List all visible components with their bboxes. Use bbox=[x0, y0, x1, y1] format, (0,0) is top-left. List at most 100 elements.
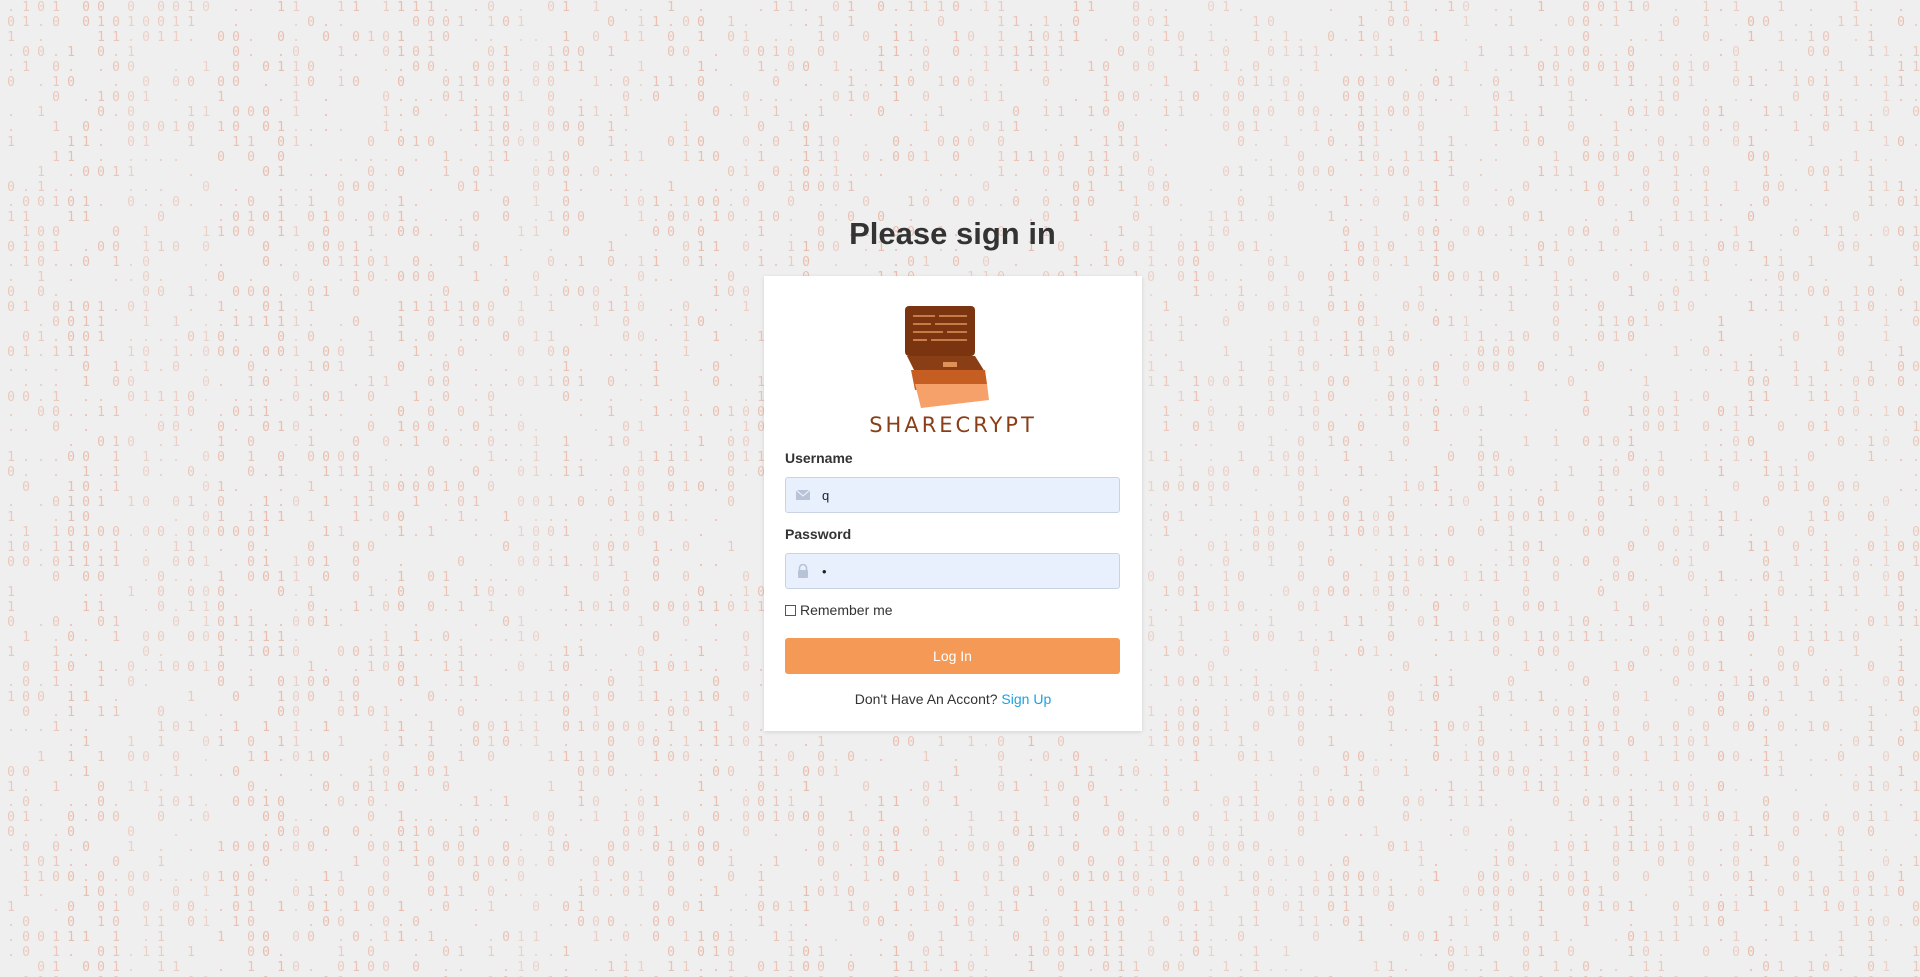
binary-column: 0 0 0 0 0 . 0 0 1 . 0 . . . . . . . 1 0 … bbox=[1582, 0, 1590, 977]
binary-column: . 0 . 0 0 0 . . 0 1 1 0 1 0 . 0 1 1 1 1 … bbox=[1672, 0, 1680, 977]
binary-column: 0 1 1 0 . 1 0 . . . 0 . 0 1 1 1 . 1 0 . … bbox=[97, 0, 105, 977]
username-input[interactable] bbox=[822, 478, 1112, 512]
binary-column: 1 0 . . 0 . . 0 0 0 . . . 1 . 0 0 0 0 0 … bbox=[727, 15, 735, 977]
binary-column: . 0 . . . . 1 0 0 0 1 0 0 0 . 0 1 1 1 1 … bbox=[322, 15, 330, 977]
binary-column: . 1 0 1 1 1 . . 1 1 1 0 0 0 . . . . 1 . … bbox=[1552, 15, 1560, 975]
remember-me-label: Remember me bbox=[800, 602, 893, 618]
binary-column: . 1 . 1 1 0 0 1 . 1 . . . 0 . 0 0 1 0 0 … bbox=[1657, 15, 1665, 977]
binary-column: 1 . 0 0 1 . 0 . 0 . 1 . . 1 0 0 . 1 . 1 … bbox=[1627, 0, 1635, 977]
binary-column: 0 . . 0 . . 0 0 0 1 0 1 0 0 1 . 1 1 0 0 … bbox=[1597, 0, 1605, 977]
binary-column: 0 0 1 0 . . . 0 1 . 0 . . 1 . 0 . . . 0 … bbox=[157, 0, 165, 975]
binary-column: 0 0 1 1 0 . . 1 . 0 1 . 0 0 . . 0 1 0 1 … bbox=[217, 30, 225, 975]
binary-column: . 1 1 1 . 1 . . . 0 0 . 1 . . 1 1 1 1 0 … bbox=[1162, 0, 1170, 975]
binary-column: . 1 1 . . 0 . . 1 1 0 1 1 0 0 . . 1 0 . … bbox=[1912, 15, 1920, 977]
login-card: SHARECRYPT Username Password Remember me… bbox=[764, 276, 1142, 731]
binary-column: 1 0 . 0 0 1 0 1 0 . 1 0 . 0 . 0 0 1 0 0 … bbox=[1402, 0, 1410, 975]
binary-column: 0 1 1 0 0 1 0 0 1 0 0 1 . 0 0 . . . . . … bbox=[502, 15, 510, 977]
binary-column: 1 . 0 1 0 . 0 0 1 1 0 . . 1 1 1 0 1 0 1 … bbox=[1732, 0, 1740, 977]
binary-column: 1 1 1 0 1 . 1 . 0 . . 1 1 . . 1 . 0 . 0 … bbox=[1882, 45, 1890, 977]
binary-column: . . . 1 0 1 . . . 0 0 . . 0 1 1 . . 1 1 … bbox=[1792, 15, 1800, 977]
binary-column: . . 0 1 . 1 1 . 0 1 0 . 0 1 0 0 . . . . … bbox=[472, 0, 480, 930]
binary-column: . 0 1 1 . 1 1 1 0 1 . 0 1 1 0 0 . 1 0 1 … bbox=[1372, 0, 1380, 975]
binary-column: 0 1 1 0 1 0 . . . . 1 0 . 0 . 0 . 0 . 0 … bbox=[202, 0, 210, 977]
binary-column: 1 0 0 . 0 1 1 . . . . 0 . 1 . 1 0 . . 0 … bbox=[382, 0, 390, 975]
binary-column: 1 0 1 1 0 0 0 1 . . . . . 0 1 0 0 . . . … bbox=[592, 0, 600, 975]
binary-column: . 0 1 . . 0 . . 1 0 . 1 0 . . 0 0 0 . 0 … bbox=[7, 0, 15, 977]
binary-column: . 0 0 0 0 . 0 0 1 . 1 0 1 1 1 . 1 1 1 0 … bbox=[532, 30, 540, 977]
binary-column: . . 0 0 0 0 1 . 0 1 0 . . 1 0 1 1 1 0 1 … bbox=[1237, 0, 1245, 977]
binary-column: . . . 0 1 0 0 1 0 . 0 1 . 0 1 . 1 0 1 0 … bbox=[247, 0, 255, 975]
binary-column: 1 0 . 1 . 1 0 0 1 . 1 1 1 . . 1 1 0 0 . … bbox=[277, 0, 285, 977]
binary-column: 0 1 . 1 0 0 . . 0 1 0 . . 1 . . . 1 0 . … bbox=[577, 45, 585, 930]
binary-column: 0 . . 1 . 0 1 0 0 1 . . . . 0 1 . 1 1 0 … bbox=[1762, 15, 1770, 977]
binary-column: 1 1 0 1 0 0 0 1 0 0 0 . . 0 0 1 0 0 1 1 … bbox=[562, 0, 570, 977]
binary-column: 1 . 0 1 1 0 1 1 0 1 0 . 0 1 1 0 1 0 1 . … bbox=[1537, 0, 1545, 977]
binary-column: 0 1 1 . 1 0 . 0 1 . 1 . 1 0 1 1 0 . . . … bbox=[1747, 15, 1755, 975]
binary-column: 1 1 . 1 . 1 1 0 . 0 1 1 . 0 1 0 . . . 0 … bbox=[1852, 0, 1860, 977]
binary-column: . 1 . 0 1 0 1 1 1 0 0 1 1 0 . . 0 . . 0 … bbox=[1417, 15, 1425, 977]
binary-column: 1 . 1 . 1 . . . 0 0 0 0 1 . . . 0 1 1 . … bbox=[337, 0, 345, 977]
binary-column: 1 1 0 1 1 . . 1 1 0 1 1 0 . 0 1 1 . 0 . … bbox=[1282, 30, 1290, 975]
binary-column: 1 . 0 1 0 0 0 0 1 0 . . . 0 1 0 . 0 0 . … bbox=[1222, 0, 1230, 975]
login-button[interactable]: Log In bbox=[785, 638, 1120, 674]
binary-column: . 0 . 0 0 . . . 0 0 . 1 1 1 0 . . 1 . 1 … bbox=[1147, 0, 1155, 977]
username-label: Username bbox=[785, 450, 853, 466]
binary-column: 0 1 . 1 1 . 0 0 0 0 1 1 . 0 0 0 0 1 . 0 … bbox=[1462, 0, 1470, 975]
binary-column: 1 1 1 1 . 0 . . 1 0 1 1 . . 1 0 1 0 0 1 … bbox=[1777, 0, 1785, 975]
binary-column: . . . 0 0 1 1 . . . . . 0 . . . 0 0 0 1 … bbox=[1492, 0, 1500, 975]
binary-column: . 0 . 1 1 . 0 1 0 0 . 0 . 1 0 0 0 . . 0 … bbox=[1897, 0, 1905, 977]
remember-me-checkbox[interactable] bbox=[785, 604, 796, 616]
username-field[interactable] bbox=[785, 477, 1120, 513]
password-field[interactable] bbox=[785, 553, 1120, 589]
password-input[interactable] bbox=[822, 554, 1112, 588]
binary-column: 0 . . 0 . 1 1 1 0 0 0 0 1 0 . 1 . . . 0 … bbox=[37, 0, 45, 977]
binary-column: 1 1 . 0 1 0 1 . . 1 . 0 . 0 0 . 0 1 0 1 … bbox=[187, 0, 195, 977]
binary-column: 1 1 0 1 0 1 . . . 1 . . 0 . 1 0 0 . . 0 … bbox=[1252, 15, 1260, 975]
binary-column: 1 . . . 0 1 1 . 1 0 0 1 . 1 0 1 0 . 0 . … bbox=[1477, 45, 1485, 977]
envelope-icon bbox=[796, 489, 810, 500]
binary-column: 1 0 . 1 0 0 . . 0 0 . 1 0 1 0 1 1 1 0 1 … bbox=[1387, 0, 1395, 977]
lock-icon bbox=[798, 564, 808, 578]
binary-column: 0 . 0 0 0 0 0 0 0 0 1 0 . 0 . 1 0 . 1 1 … bbox=[262, 60, 270, 977]
binary-column: . 1 1 1 . . 1 . 0 1 1 0 . 0 0 . . . 1 1 … bbox=[637, 0, 645, 975]
binary-column: 0 0 . 1 0 1 0 0 1 . 1 . 0 1 1 . 1 . 1 . … bbox=[1822, 30, 1830, 975]
remember-me-row[interactable]: Remember me bbox=[785, 602, 893, 618]
logo-wordmark: SHARECRYPT bbox=[869, 413, 1037, 437]
binary-column: 1 1 . 1 1 1 1 0 1 . . 0 . 0 1 1 0 . 0 . … bbox=[1612, 0, 1620, 975]
binary-column: . . 1 0 0 . 1 0 . . 1 0 1 1 0 0 0 1 0 . … bbox=[1807, 0, 1815, 977]
binary-column: . 1 . . 0 0 . 0 0 0 0 1 1 0 1 . 1 0 0 0 … bbox=[1297, 30, 1305, 975]
binary-column: 1 . 0 1 1 . . 0 1 . . 1 0 0 1 . . 0 1 1 … bbox=[67, 45, 75, 960]
binary-column: . 0 . . . 0 0 . 1 . 0 1 0 . . 0 0 0 1 . … bbox=[1327, 0, 1335, 977]
binary-column: 0 0 . 0 1 1 0 1 . 0 . 0 . 1 1 0 1 0 . 1 … bbox=[1567, 15, 1575, 977]
binary-column: . 1 . 0 . 1 1 1 . 0 1 1 0 . 0 0 1 . 0 1 … bbox=[1432, 0, 1440, 977]
binary-column: 1 . 0 0 1 0 1 . 0 0 . . . . . . 1 0 0 . … bbox=[667, 0, 675, 975]
binary-column: . 0 0 . 0 0 . 1 1 . 0 1 . 0 0 0 . 0 1 . … bbox=[442, 0, 450, 977]
binary-column: 1 1 0 1 . 0 . . 0 1 0 1 0 0 . 1 1 0 1 . … bbox=[1312, 45, 1320, 977]
binary-column: 1 . 1 0 0 0 . . 1 . . 0 1 . 1 . 0 0 0 1 … bbox=[1522, 45, 1530, 977]
binary-column: 1 0 1 1 0 . 0 . . . 0 . 1 0 0 . . 0 . 0 … bbox=[427, 0, 435, 945]
binary-column: 1 0 0 0 . 0 1 . . . 0 0 0 1 . 1 1 0 1 . … bbox=[412, 0, 420, 975]
binary-column: 0 1 . 0 0 0 1 1 1 1 1 . . 0 0 . . 0 1 . … bbox=[487, 0, 495, 977]
binary-column: 0 0 . . 1 1 1 1 0 0 0 0 1 1 1 1 0 1 . 1 … bbox=[682, 15, 690, 975]
binary-column: 0 1 1 . 0 . 1 . 0 0 1 . 1 0 1 1 0 1 . 0 … bbox=[172, 0, 180, 975]
signup-prompt: Don't Have An Accont? bbox=[854, 691, 998, 707]
binary-column: . . 0 0 . 0 1 1 . . 1 . 1 0 0 0 . . . 1 … bbox=[712, 45, 720, 975]
binary-column: 0 . 0 . 1 . 0 . . 1 1 0 . . 0 0 0 . 1 1 … bbox=[1267, 15, 1275, 975]
binary-column: . 1 0 1 0 1 1 . 1 1 0 . 0 . . . 1 1 . 0 … bbox=[1192, 45, 1200, 960]
binary-column: 1 0 . 0 0 0 1 . 0 0 1 1 1 0 . 0 1 1 1 . … bbox=[367, 30, 375, 977]
binary-column: . 1 0 0 1 0 . 1 . 0 . . 0 . 0 1 . . 0 1 … bbox=[742, 15, 750, 977]
binary-column: 0 1 . 0 . 0 . 1 0 0 1 . . 1 0 1 1 1 1 1 … bbox=[112, 15, 120, 977]
sharecrypt-logo: SHARECRYPT bbox=[863, 304, 1043, 437]
binary-column: . . 0 0 0 0 0 0 1 . . 0 0 0 . 1 . 0 . 0 … bbox=[232, 0, 240, 930]
binary-column: 0 1 1 1 . . . 0 0 0 1 1 1 1 . . . 1 0 1 … bbox=[1177, 30, 1185, 975]
page-title: Please sign in bbox=[849, 216, 1056, 251]
laptop-logo-icon bbox=[905, 306, 989, 408]
binary-column: . . . 1 . . . 0 1 1 . . 0 . . . 1 1 1 1 … bbox=[1717, 0, 1725, 945]
binary-column: 0 0 . 0 1 0 1 1 . 0 0 1 0 1 0 1 . . . 0 … bbox=[82, 0, 90, 977]
binary-column: 1 1 0 1 . 0 1 1 1 1 1 0 1 . . 0 . . . 0 … bbox=[22, 0, 30, 977]
binary-column: 1 1 1 . 0 . . . 0 0 1 1 0 0 1 1 1 0 0 1 … bbox=[397, 0, 405, 945]
signup-link[interactable]: Sign Up bbox=[1001, 691, 1051, 707]
binary-column: . 1 . . 1 . 0 1 . 1 0 0 0 . 0 . . 0 0 1 … bbox=[517, 0, 525, 977]
binary-column: 0 1 . 1 0 0 0 0 0 . 1 . 0 . . 0 . 1 . 0 … bbox=[127, 0, 135, 975]
binary-column: 1 1 0 1 . 0 . 1 . . . 1 1 1 1 0 1 0 0 0 … bbox=[652, 15, 660, 977]
